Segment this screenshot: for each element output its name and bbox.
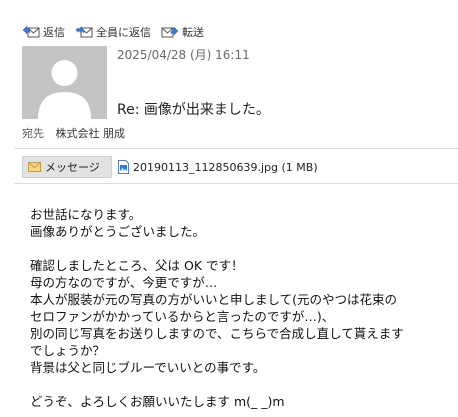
body-line: 別の同じ写真をお送りしますので、こちらで合成し直して貰えます: [30, 326, 404, 341]
message-tab[interactable]: メッセージ: [22, 156, 112, 178]
reply-icon: [22, 25, 40, 38]
reply-all-button[interactable]: 全員に返信: [75, 24, 151, 40]
to-label: 宛先: [22, 127, 44, 140]
person-icon: [38, 60, 91, 119]
forward-icon: [161, 26, 179, 38]
body-line: 母の方なのですが、今更ですが…: [30, 275, 218, 290]
body-line: お世話になります。: [30, 207, 142, 222]
email-body: お世話になります。 画像ありがとうございました。 確認しましたところ、父は OK…: [30, 206, 455, 410]
body-line: 本人が服装が元の写真の方がいいと申しまして(元のやつは花束の: [30, 292, 398, 307]
email-reading-pane: 返信 全員に返信 転送 2025/04/28 (月) 16:11 Re: 画像が…: [0, 0, 458, 417]
attachment-divider: [14, 183, 458, 184]
reply-label: 返信: [43, 26, 65, 39]
forward-button[interactable]: 転送: [161, 24, 204, 40]
reply-all-label: 全員に返信: [96, 26, 151, 39]
body-line: セロファンがかかっているからと言ったのですが…)、: [30, 309, 335, 324]
body-line: でしょうか？: [30, 343, 106, 358]
attachment-filename: 20190113_112850639.jpg (1 MB): [133, 160, 318, 174]
email-subject: Re: 画像が出来ました。: [117, 102, 270, 118]
reply-button[interactable]: 返信: [22, 24, 65, 40]
sent-date: 2025/04/28 (月) 16:11: [117, 48, 250, 62]
body-line: 背景は父と同じブルーでいいとの事です。: [30, 360, 266, 375]
message-tab-label: メッセージ: [45, 161, 100, 174]
envelope-icon: [28, 162, 41, 172]
image-file-icon: [118, 160, 129, 174]
recipient-row: 宛先 株式会社 朋成: [22, 125, 125, 141]
body-line: 確認しましたところ、父は OK です！: [30, 258, 244, 273]
body-line: 画像ありがとうございました。: [30, 224, 206, 239]
forward-label: 転送: [182, 26, 204, 39]
sender-avatar: [22, 46, 107, 119]
header-divider: [14, 148, 458, 149]
message-toolbar: 返信 全員に返信 転送: [22, 24, 204, 40]
reply-all-icon: [75, 25, 93, 38]
recipient-name[interactable]: 株式会社 朋成: [56, 127, 126, 140]
attachment-file[interactable]: 20190113_112850639.jpg (1 MB): [118, 156, 318, 178]
body-line: どうぞ、よろしくお願いいたします m(_ _)m: [30, 394, 285, 409]
